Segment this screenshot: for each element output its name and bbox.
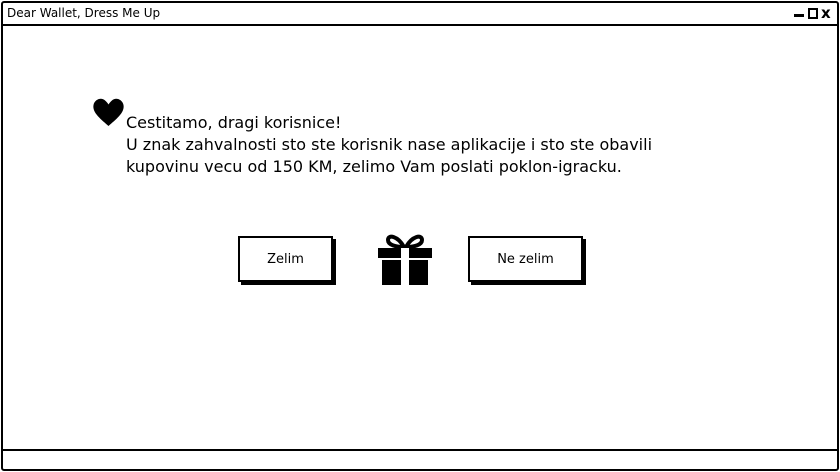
message-line-2: kupovinu vecu od 150 KM, zelimo Vam posl… [126,157,622,176]
window-controls: x [793,4,831,22]
gift-icon [378,234,432,285]
decline-gift-button[interactable]: Ne zelim [468,236,583,282]
accept-gift-button[interactable]: Zelim [238,236,333,282]
app-window: Dear Wallet, Dress Me Up x Cestitamo, dr… [1,1,839,471]
heart-icon [93,98,124,126]
maximize-icon[interactable] [807,7,818,19]
greeting-text: Cestitamo, dragi korisnice! [126,113,342,132]
close-icon[interactable]: x [821,6,831,21]
window-title: Dear Wallet, Dress Me Up [7,6,161,20]
status-bar [3,449,837,469]
minimize-icon[interactable] [793,7,804,19]
title-bar: Dear Wallet, Dress Me Up x [3,3,837,26]
congratulation-message: Cestitamo, dragi korisnice! U znak zahva… [126,112,726,178]
message-line-1: U znak zahvalnosti sto ste korisnik nase… [126,135,653,154]
